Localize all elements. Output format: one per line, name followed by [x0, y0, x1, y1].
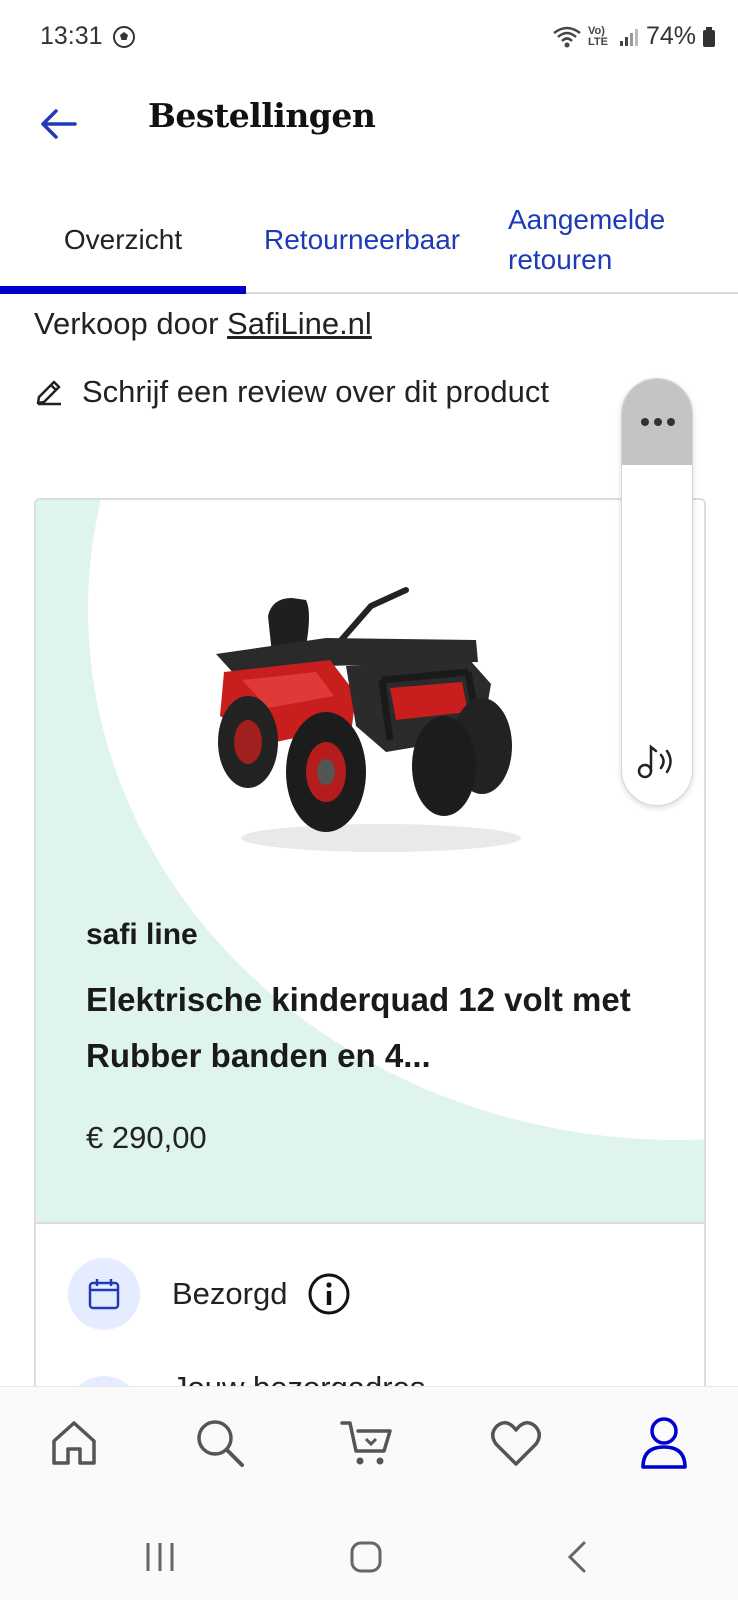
delivery-status: Bezorgd [172, 1276, 288, 1311]
write-review-label: Schrijf een review over dit product [82, 374, 549, 409]
product-card[interactable]: safi line Elektrische kinderquad 12 volt… [34, 498, 706, 1498]
home-button-icon [350, 1541, 382, 1573]
audio-note-icon[interactable] [636, 741, 680, 781]
status-icon-circle [68, 1258, 140, 1330]
home-icon [52, 1421, 96, 1465]
wifi-icon [553, 26, 581, 47]
product-brand: safi line [86, 918, 198, 951]
bottom-navigation [0, 1386, 738, 1600]
battery-icon [703, 26, 715, 47]
header: Bestellingen [0, 76, 738, 186]
network-type-label: Vo) LTE [587, 24, 608, 48]
product-price: € 290,00 [86, 1120, 207, 1155]
floating-side-panel[interactable] [621, 378, 693, 806]
status-icons: Vo) LTE 74% [552, 22, 716, 51]
divider [36, 1222, 704, 1224]
calendar-icon [88, 1279, 120, 1310]
user-icon [641, 1417, 687, 1469]
football-notification-icon [113, 26, 135, 48]
nav-search[interactable] [188, 1411, 252, 1475]
arrow-left-icon [41, 109, 77, 139]
home-button[interactable] [346, 1537, 386, 1577]
side-panel-handle[interactable] [622, 379, 692, 465]
cart-icon [340, 1421, 392, 1465]
search-icon [197, 1420, 244, 1467]
seller-prefix: Verkoop door [34, 306, 219, 341]
product-card-header: safi line Elektrische kinderquad 12 volt… [36, 500, 704, 1222]
atv-quad-product-image[interactable] [206, 576, 546, 866]
seller-link[interactable]: SafiLine.nl [227, 306, 372, 341]
product-title[interactable]: Elektrische kinderquad 12 volt met Rubbe… [86, 972, 646, 1084]
delivery-status-row: Bezorgd [68, 1258, 351, 1330]
recent-apps-button[interactable] [140, 1537, 180, 1577]
nav-home[interactable] [42, 1411, 106, 1475]
tab-registered-returns[interactable]: Aangemelde retouren [508, 186, 718, 294]
nav-account[interactable] [632, 1411, 696, 1475]
page-title: Bestellingen [148, 96, 376, 135]
nav-cart[interactable] [334, 1411, 398, 1475]
back-icon [567, 1541, 586, 1573]
tab-bar: Overzicht Retourneerbaar Aangemelde reto… [0, 186, 738, 294]
recent-apps-icon [146, 1543, 174, 1571]
tab-returnable[interactable]: Retourneerbaar [264, 186, 460, 294]
info-icon[interactable] [307, 1272, 351, 1316]
active-tab-indicator [0, 286, 246, 294]
signal-icon [619, 28, 638, 46]
more-dots-icon [641, 418, 675, 426]
pencil-icon [36, 380, 61, 406]
heart-icon [491, 1421, 541, 1466]
system-back-button[interactable] [556, 1537, 596, 1577]
back-button[interactable] [28, 94, 88, 154]
status-bar: 13:31 Vo) LTE 74% [0, 0, 738, 76]
nav-wishlist[interactable] [484, 1411, 548, 1475]
status-time: 13:31 [40, 22, 103, 50]
seller-line: Verkoop door SafiLine.nl [34, 306, 372, 342]
write-review-link[interactable]: Schrijf een review over dit product [34, 374, 549, 410]
tab-overview[interactable]: Overzicht [0, 186, 246, 294]
battery-percentage: 74% [645, 22, 696, 50]
